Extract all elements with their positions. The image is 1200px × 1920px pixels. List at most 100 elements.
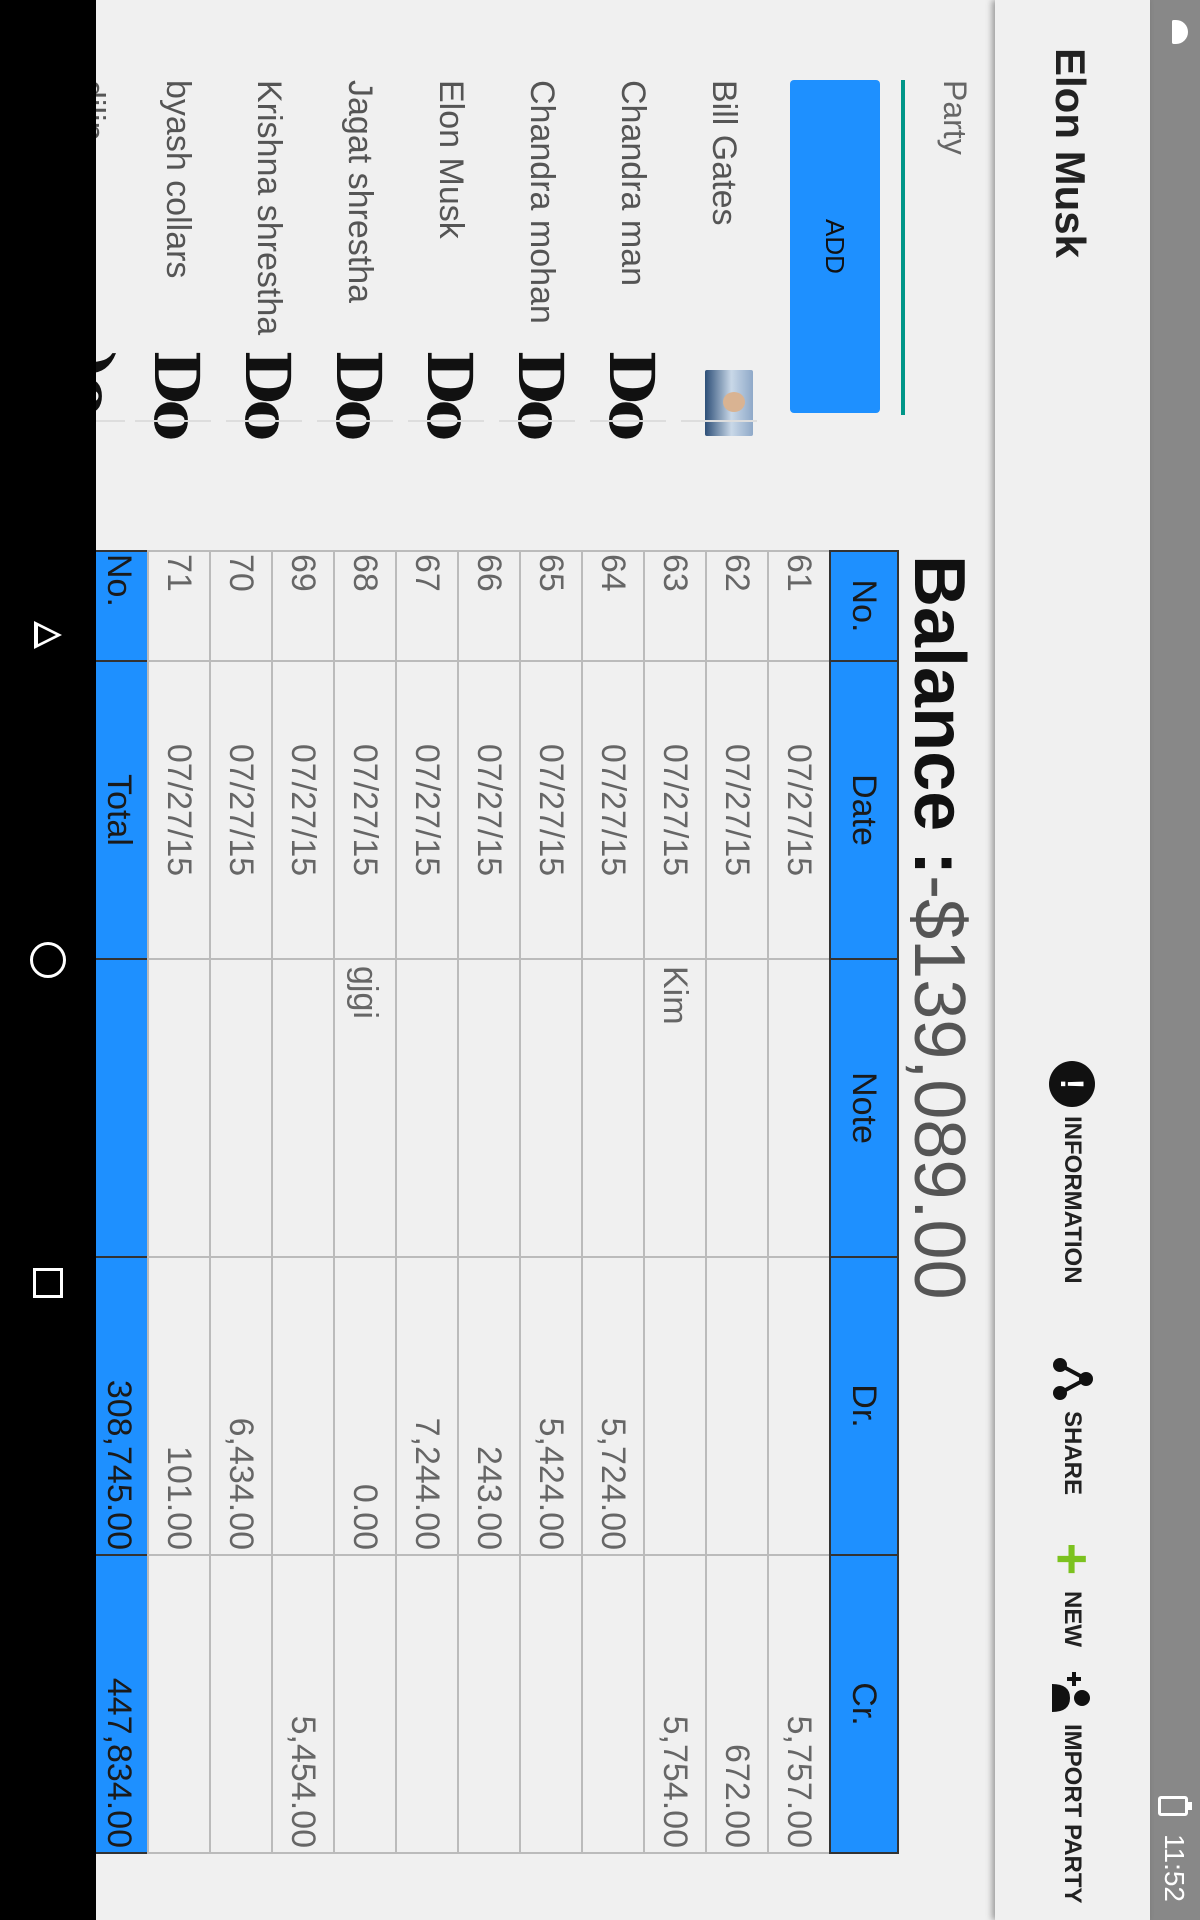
action-bar: Elon Musk ! INFORMATION SHARE + NEW IMPO…: [995, 0, 1150, 1920]
cell-cr: [334, 1555, 396, 1853]
status-bar: 11:52: [1150, 0, 1200, 1920]
table-row[interactable]: 70 07/27/15 6,434.00: [210, 551, 272, 1853]
header-cr[interactable]: Cr.: [830, 1555, 898, 1853]
share-action[interactable]: SHARE: [1042, 1355, 1102, 1495]
cell-cr: [458, 1555, 520, 1853]
table-row[interactable]: 66 07/27/15 243.00: [458, 551, 520, 1853]
cell-date: 07/27/15: [582, 661, 644, 959]
party-item[interactable]: Elon Musk Do: [402, 80, 492, 437]
table-row[interactable]: 61 07/27/15 5,757.00: [768, 551, 830, 1853]
information-action[interactable]: ! INFORMATION: [1042, 1060, 1102, 1284]
home-circle-icon: [30, 942, 66, 978]
table-row[interactable]: 65 07/27/15 5,424.00: [520, 551, 582, 1853]
party-icon: Do: [140, 350, 213, 438]
page-title: Elon Musk: [1047, 48, 1094, 259]
cell-note: [458, 959, 520, 1257]
add-button[interactable]: ADD: [790, 80, 880, 413]
party-icon: Do: [322, 350, 395, 438]
table-row[interactable]: 64 07/27/15 5,724.00: [582, 551, 644, 1853]
footer-cr-total: 447,834.00: [90, 1555, 148, 1853]
header-dr[interactable]: Dr.: [830, 1257, 898, 1555]
party-item[interactable]: Jagat shrestha Do: [311, 80, 401, 437]
cell-no: 68: [334, 551, 396, 661]
cell-note: gjgi: [334, 959, 396, 1257]
cell-dr: 5,424.00: [520, 1257, 582, 1555]
balance-label: Balance :: [899, 555, 979, 876]
cell-dr: [272, 1257, 334, 1555]
cell-note: [272, 959, 334, 1257]
table-row[interactable]: 71 07/27/15 101.00: [148, 551, 210, 1853]
balance-value: -$139,089.00: [899, 875, 979, 1300]
header-no[interactable]: No.: [830, 551, 898, 661]
cell-dr: 7,244.00: [396, 1257, 458, 1555]
party-input-underline: [901, 80, 905, 415]
cell-dr: 5,724.00: [582, 1257, 644, 1555]
cell-date: 07/27/15: [706, 661, 768, 959]
party-name: byash collars: [159, 80, 197, 279]
party-item[interactable]: Krishna shrestha Do: [220, 80, 310, 437]
cell-dr: 6,434.00: [210, 1257, 272, 1555]
party-item[interactable]: Bill Gates: [675, 80, 765, 436]
new-action[interactable]: + NEW: [1041, 1535, 1104, 1647]
information-label: INFORMATION: [1059, 1116, 1086, 1284]
party-item[interactable]: Chandra mohan Do: [493, 80, 583, 437]
footer-dr-total: 308,745.00: [90, 1257, 148, 1555]
table-row[interactable]: 68 07/27/15 gjgi 0.00: [334, 551, 396, 1853]
back-triangle-icon: [34, 621, 62, 649]
cell-cr: [396, 1555, 458, 1853]
cell-date: 07/27/15: [768, 661, 830, 959]
table-row[interactable]: 62 07/27/15 672.00: [706, 551, 768, 1853]
cell-note: [520, 959, 582, 1257]
cell-dr: [706, 1257, 768, 1555]
party-name: Krishna shrestha: [250, 80, 288, 336]
cell-date: 07/27/15: [396, 661, 458, 959]
party-icon: Do: [413, 350, 486, 438]
party-input-label[interactable]: Party: [936, 80, 973, 155]
recents-square-icon: [33, 1268, 63, 1298]
cell-date: 07/27/15: [644, 661, 706, 959]
party-item[interactable]: Chandra man Do: [584, 80, 674, 437]
table-row[interactable]: 63 07/27/15 Kim 5,754.00: [644, 551, 706, 1853]
cell-cr: 672.00: [706, 1555, 768, 1853]
party-icon: Do: [504, 350, 577, 438]
cell-dr: 243.00: [458, 1257, 520, 1555]
party-item[interactable]: byash collars Do: [129, 80, 219, 437]
header-note[interactable]: Note: [830, 959, 898, 1257]
android-icon: [1172, 20, 1188, 44]
import-party-action[interactable]: IMPORT PARTY: [1042, 1668, 1102, 1904]
footer-note: [90, 959, 148, 1257]
cell-no: 63: [644, 551, 706, 661]
new-label: NEW: [1059, 1591, 1086, 1647]
party-name: Elon Musk: [432, 80, 470, 239]
divider: [499, 420, 575, 422]
divider: [408, 420, 484, 422]
cell-date: 07/27/15: [272, 661, 334, 959]
cell-cr: 5,454.00: [272, 1555, 334, 1853]
cell-dr: [768, 1257, 830, 1555]
avatar: [705, 370, 753, 436]
divider: [681, 420, 757, 422]
cell-no: 61: [768, 551, 830, 661]
cell-note: [706, 959, 768, 1257]
cell-cr: 5,757.00: [768, 1555, 830, 1853]
status-time: 11:52: [1159, 1834, 1190, 1902]
cell-dr: [644, 1257, 706, 1555]
party-panel: Party ADD Bill Gates Chandra man Do Chan…: [49, 0, 995, 485]
table-row[interactable]: 69 07/27/15 5,454.00: [272, 551, 334, 1853]
cell-note: Kim: [644, 959, 706, 1257]
back-button[interactable]: [18, 605, 78, 665]
add-person-icon: [1048, 1668, 1096, 1716]
share-icon: [1048, 1355, 1096, 1403]
table-row[interactable]: 67 07/27/15 7,244.00: [396, 551, 458, 1853]
party-name: Chandra mohan: [523, 80, 561, 324]
home-button[interactable]: [18, 930, 78, 990]
cell-no: 64: [582, 551, 644, 661]
share-label: SHARE: [1059, 1411, 1086, 1496]
cell-no: 70: [210, 551, 272, 661]
cell-no: 66: [458, 551, 520, 661]
header-date[interactable]: Date: [830, 661, 898, 959]
table-header-row: No. Date Note Dr. Cr.: [830, 551, 898, 1853]
recents-button[interactable]: [18, 1253, 78, 1313]
info-icon: !: [1048, 1060, 1096, 1108]
cell-no: 62: [706, 551, 768, 661]
